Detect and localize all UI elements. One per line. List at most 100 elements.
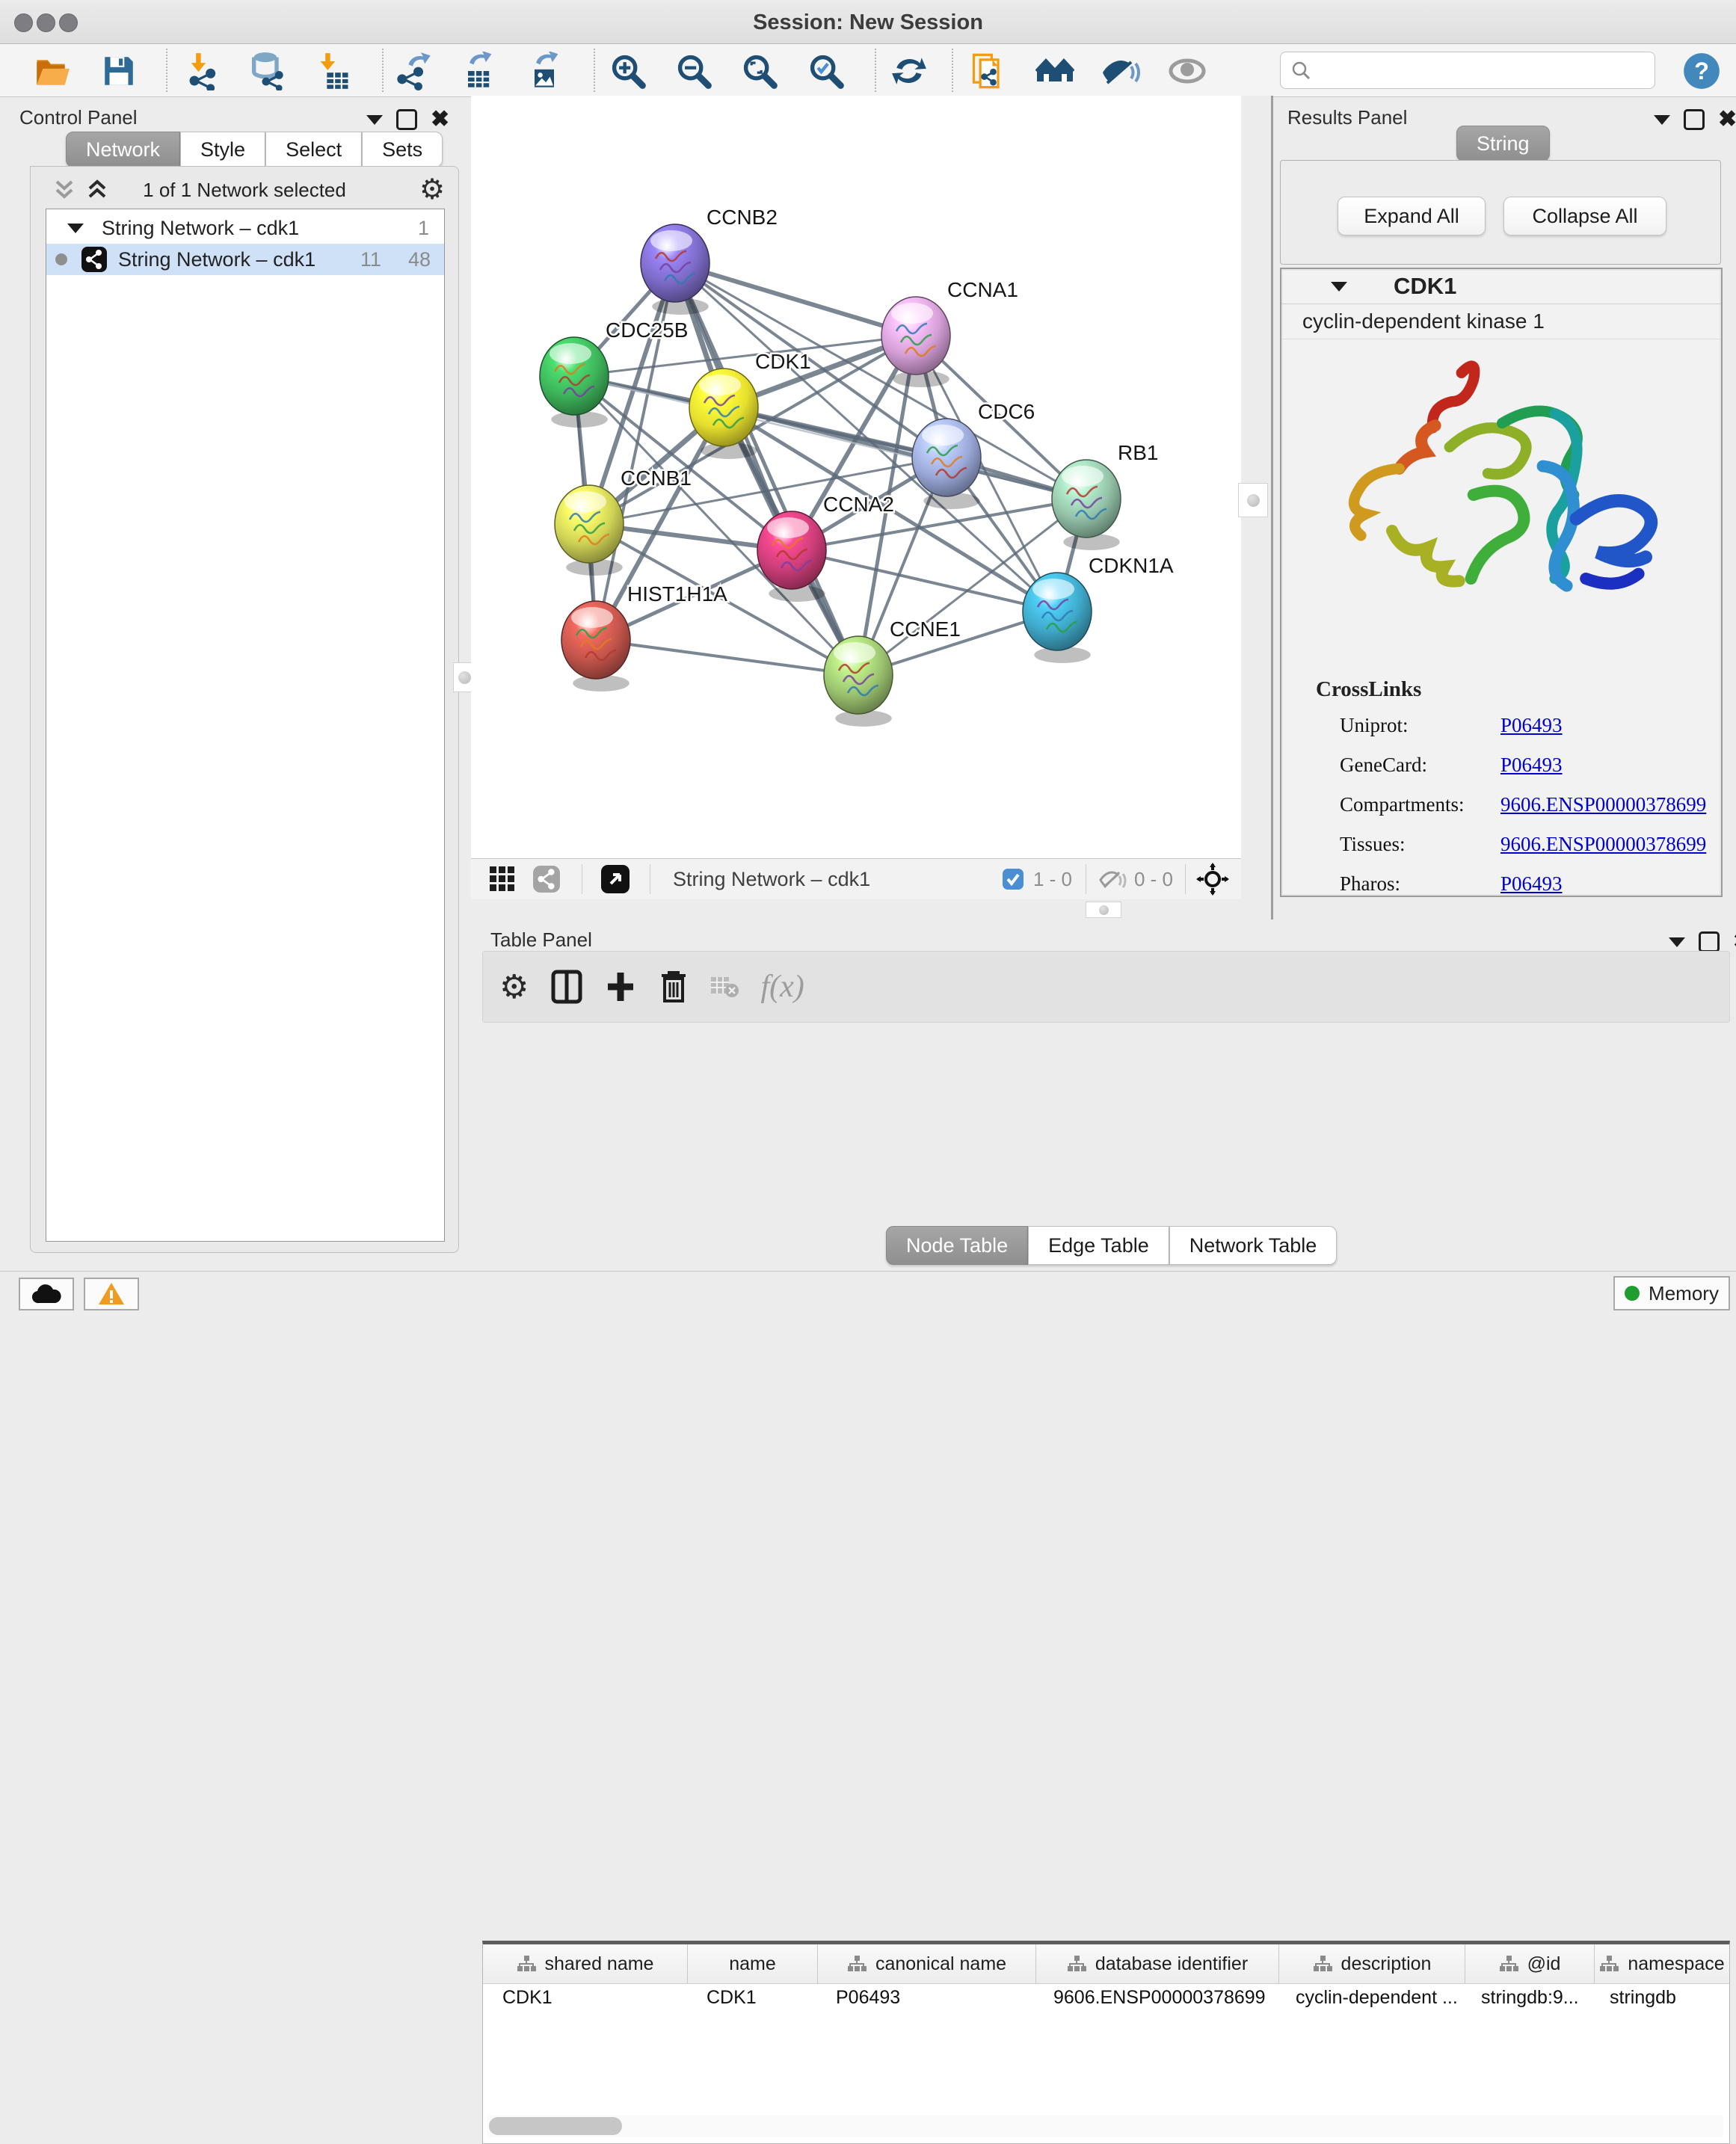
table-row[interactable]: CDK1 CDK1 P06493 9606.ENSP00000378699 cy… [483, 1984, 1729, 2014]
network-panel-options-gear-icon[interactable]: ⚙ [419, 173, 445, 206]
protein-card-collapse-icon[interactable] [1331, 282, 1347, 292]
column-header-description[interactable]: description [1279, 1944, 1465, 1983]
import-network-database-icon[interactable] [247, 52, 286, 90]
share-document-icon[interactable] [969, 52, 1008, 90]
single-view-share-icon[interactable] [532, 865, 561, 893]
memory-button[interactable]: Memory [1613, 1276, 1730, 1310]
table-panel-float-icon[interactable] [1699, 931, 1720, 952]
shared-column-icon [1313, 1955, 1332, 1973]
network-edge[interactable] [675, 263, 858, 675]
tab-network[interactable]: Network [66, 132, 180, 167]
hide-panels-icon[interactable] [1101, 52, 1140, 90]
protein-name: CDK1 [1394, 273, 1456, 300]
shared-column-icon [1067, 1955, 1086, 1973]
selected-checkbox-icon[interactable] [1002, 868, 1024, 890]
crosslink-link[interactable]: 9606.ENSP00000378699 [1500, 833, 1706, 856]
fit-selected-crosshair-icon[interactable] [1196, 863, 1229, 896]
tab-edge-table[interactable]: Edge Table [1028, 1226, 1169, 1265]
delete-table-icon[interactable] [710, 974, 739, 999]
control-panel-close-icon[interactable]: ✖ [431, 111, 449, 128]
detach-view-icon[interactable] [600, 864, 630, 894]
network-edge-count: 48 [408, 248, 431, 271]
protein-card-header[interactable]: CDK1 [1281, 269, 1721, 304]
apply-layout-icon[interactable] [890, 52, 929, 90]
cell-id: stringdb:9... [1462, 1984, 1590, 2014]
tab-node-table[interactable]: Node Table [886, 1226, 1028, 1265]
shared-column-icon [1499, 1955, 1518, 1973]
zoom-in-icon[interactable] [609, 52, 647, 90]
crosslink-link[interactable]: 9606.ENSP00000378699 [1500, 793, 1706, 816]
results-panel-float-icon[interactable] [1684, 109, 1705, 130]
export-network-icon[interactable] [394, 52, 433, 90]
control-panel-float-icon[interactable] [396, 109, 417, 130]
network-current-dot-icon [55, 253, 67, 265]
cloud-icon [31, 1284, 61, 1304]
cloud-status-button[interactable] [19, 1278, 74, 1310]
main-toolbar: ? [0, 44, 1736, 97]
column-header-id[interactable]: @id [1465, 1944, 1595, 1983]
network-tree: String Network – cdk1 1 String Network –… [46, 209, 445, 1242]
export-image-icon[interactable] [525, 52, 564, 90]
results-panel: Results Panel ✖ String Expand All Collap… [1274, 96, 1736, 919]
search-input[interactable] [1318, 55, 1655, 86]
column-header-database-identifier[interactable]: database identifier [1036, 1944, 1279, 1983]
crosslink-link[interactable]: P06493 [1500, 754, 1563, 777]
network-edge[interactable] [792, 550, 1057, 612]
table-panel-menu-icon[interactable] [1669, 937, 1685, 947]
show-columns-icon[interactable] [551, 970, 582, 1004]
tab-sets[interactable]: Sets [362, 132, 443, 167]
warnings-button[interactable] [84, 1278, 139, 1310]
delete-column-icon[interactable] [659, 970, 689, 1004]
save-session-icon[interactable] [99, 52, 138, 90]
grid-view-icon[interactable] [489, 866, 516, 893]
network-collection-row[interactable]: String Network – cdk1 1 [46, 212, 444, 244]
column-header-namespace[interactable]: namespace [1595, 1944, 1729, 1983]
results-panel-menu-icon[interactable] [1654, 115, 1670, 125]
tab-string[interactable]: String [1456, 126, 1550, 161]
function-builder-icon[interactable]: f(x) [760, 969, 804, 1005]
string-home-icon[interactable] [1035, 52, 1074, 90]
network-canvas[interactable]: CCNB2CCNA1CDC25BCDK1CDC6RB1CCNB1CCNA2CDK… [471, 96, 1241, 858]
tab-style[interactable]: Style [180, 132, 265, 167]
import-table-icon[interactable] [314, 52, 353, 90]
open-folder-icon[interactable] [33, 52, 72, 90]
table-tabs: Node Table Edge Table Network Table [886, 1226, 1337, 1265]
column-header-canonical-name[interactable]: canonical name [818, 1944, 1036, 1983]
tab-select[interactable]: Select [265, 132, 362, 167]
crosslink-label: Pharos: [1340, 872, 1500, 896]
zoom-out-icon[interactable] [674, 52, 713, 90]
shared-column-icon [1599, 1955, 1619, 1973]
selected-counts: 1 - 0 [1033, 868, 1072, 891]
table-horizontal-scrollbar[interactable] [487, 2115, 1723, 2137]
right-splitter-handle[interactable] [1238, 483, 1268, 517]
column-header-shared-name[interactable]: shared name [483, 1944, 688, 1983]
hidden-eye-icon[interactable] [1098, 866, 1127, 892]
export-table-icon[interactable] [458, 52, 497, 90]
network-node-label: CCNB1 [621, 466, 692, 490]
crosslink-link[interactable]: P06493 [1500, 714, 1563, 737]
control-panel-menu-icon[interactable] [366, 115, 383, 125]
help-icon[interactable]: ? [1682, 52, 1721, 90]
crosslink-link[interactable]: P06493 [1500, 872, 1563, 896]
import-network-file-icon[interactable] [185, 52, 224, 90]
zoom-fit-icon[interactable] [740, 52, 779, 90]
bottom-splitter-handle[interactable] [1086, 902, 1121, 918]
crosslink-label: Compartments: [1340, 793, 1500, 816]
collection-expand-icon[interactable] [67, 224, 84, 233]
expand-all-button[interactable]: Expand All [1338, 197, 1486, 235]
show-panels-icon[interactable] [1168, 52, 1207, 90]
memory-status-dot-icon [1625, 1286, 1640, 1301]
results-panel-close-icon[interactable]: ✖ [1718, 111, 1736, 128]
network-edge[interactable] [675, 263, 916, 336]
add-column-icon[interactable] [605, 970, 636, 1004]
zoom-selected-icon[interactable] [807, 52, 846, 90]
network-row[interactable]: String Network – cdk1 11 48 [46, 244, 444, 275]
table-settings-gear-icon[interactable]: ⚙ [499, 968, 529, 1006]
network-edge[interactable] [596, 640, 858, 675]
table-panel-close-icon[interactable]: ✖ [1733, 934, 1736, 950]
column-header-name[interactable]: name [688, 1944, 818, 1983]
network-graph[interactable]: CCNB2CCNA1CDC25BCDK1CDC6RB1CCNB1CCNA2CDK… [471, 96, 1241, 858]
tab-network-table[interactable]: Network Table [1169, 1226, 1338, 1265]
collapse-all-button[interactable]: Collapse All [1503, 197, 1666, 235]
scrollbar-thumb[interactable] [489, 2117, 622, 2135]
